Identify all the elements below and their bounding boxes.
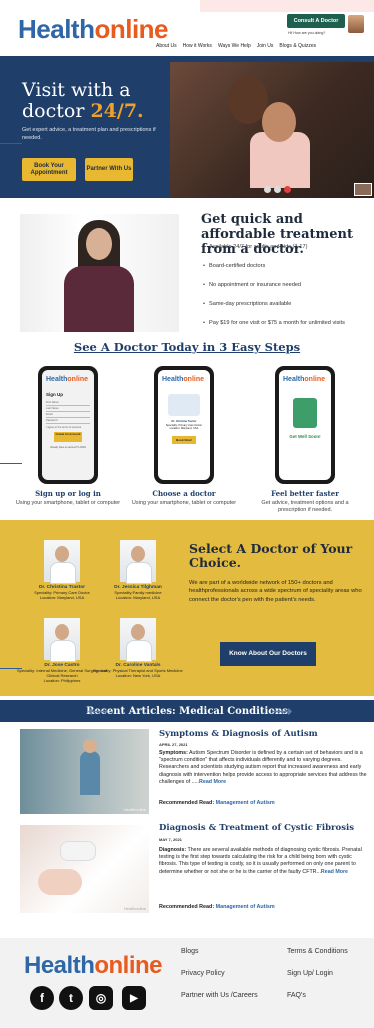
benefit-item: Board-certified doctors (203, 262, 345, 281)
select-doctor-text: We are part of a worldwide network of 15… (189, 580, 362, 603)
female-doctor-photo (20, 214, 179, 332)
twitter-icon[interactable]: t (59, 986, 83, 1010)
image-watermark: Healthonline (123, 906, 146, 911)
decorative-side-line (0, 143, 22, 144)
article-excerpt: Diagnosis: There are several available m… (159, 847, 362, 875)
signup-heading: Sign Up (46, 392, 63, 397)
get-well-message: Get Well Soon! (289, 434, 321, 439)
nav-blogs-quizzes[interactable]: Blogs & Quizzes (279, 43, 316, 49)
partner-with-us-button[interactable]: Partner With Us (85, 158, 133, 181)
nav-about-us[interactable]: About Us (156, 43, 177, 49)
phone-get-well-mockup: Healthonline Get Well Soon! (275, 366, 335, 484)
footer-logo[interactable]: Healthonline (24, 952, 163, 980)
step-3-caption: Feel better faster Get advice, treatment… (261, 489, 349, 513)
recommended-read: Recommended Read: Management of Autism (159, 800, 275, 806)
mic-icon (264, 186, 271, 193)
cystic-fibrosis-article-image[interactable]: Healthonline (20, 825, 149, 913)
read-more-link[interactable]: Read More (321, 869, 348, 875)
hero-video-call-image (170, 62, 374, 198)
chat-greeting: Hi! How are you doing? (288, 31, 326, 35)
arrow-right-icon[interactable]: ⟶ (272, 703, 292, 720)
phone-doctor-loc: Location: Maryland, USA (169, 427, 199, 431)
recommended-link[interactable]: Management of Autism (216, 800, 275, 806)
book-now-button: Book Now! (172, 436, 196, 444)
header-accent-bar (200, 0, 374, 12)
benefits-list: Available 24/7 for adults and kids (3-17… (203, 243, 345, 338)
article-date: MAY 7, 2021 (159, 837, 182, 842)
end-call-icon (284, 186, 291, 193)
benefit-item: No appointment or insurance needed (203, 281, 345, 300)
site-logo[interactable]: Healthonline (18, 14, 169, 45)
recommended-link[interactable]: Management of Autism (216, 904, 275, 910)
mini-logo: Healthonline (283, 376, 326, 383)
doctor-photo (120, 540, 156, 584)
article-excerpt: Symptoms: Autism Spectrum Disorder is de… (159, 750, 367, 785)
instagram-icon[interactable]: ◎ (89, 986, 113, 1010)
doctor-avatar[interactable] (348, 15, 364, 33)
doctor-photo (120, 618, 156, 662)
phone-choose-doctor-mockup: Healthonline Dr. Christina Tractor Speci… (154, 366, 214, 484)
password-field: Password (46, 418, 90, 424)
footer-link-terms[interactable]: Terms & Conditions (287, 948, 348, 955)
terms-checkbox: I agree to the terms & services (46, 426, 82, 429)
decorative-side-line (0, 463, 22, 464)
doctor-illustration (168, 394, 200, 416)
mini-logo: Healthonline (162, 376, 205, 383)
know-about-doctors-button[interactable]: Know About Our Doctors (220, 642, 316, 666)
tablet-illustration (293, 398, 317, 428)
autism-article-image[interactable]: Healthonline (20, 729, 149, 814)
image-watermark: Healthonline (123, 807, 146, 812)
footer-link-privacy[interactable]: Privacy Policy (181, 970, 225, 977)
arrow-left-icon[interactable]: ⟵ (88, 703, 108, 720)
recommended-read: Recommended Read: Management of Autism (159, 904, 275, 910)
footer-link-faq[interactable]: FAQ's (287, 992, 306, 999)
nav-how-it-works[interactable]: How it Works (183, 43, 212, 49)
benefit-item: Pay $19 for one visit or $75 a month for… (203, 319, 345, 338)
step-2-caption: Choose a doctor Using your smartphone, t… (131, 489, 237, 506)
doctor-card[interactable]: Dr. Jessica Tilghman Speciality:Family m… (93, 540, 183, 600)
consult-doctor-button[interactable]: Consult A Doctor (287, 14, 345, 28)
doctor-card[interactable]: Dr. Caroline Vantals Speciality: Physica… (93, 618, 183, 678)
facebook-icon[interactable]: f (30, 986, 54, 1010)
article-title[interactable]: Diagnosis & Treatment of Cystic Fibrosis (159, 823, 354, 833)
benefit-item: Available 24/7 for adults and kids (3-17… (203, 243, 345, 262)
articles-header: ⟵ Recent Articles: Medical Conditions ⟶ (0, 700, 374, 722)
youtube-icon[interactable]: ▶ (122, 986, 146, 1010)
camera-icon (274, 186, 281, 193)
nav-join-us[interactable]: Join Us (257, 43, 274, 49)
mini-logo: Healthonline (46, 376, 89, 383)
video-controls (264, 186, 291, 193)
create-account-button: Create An Account (54, 432, 82, 442)
article-title[interactable]: Symptoms & Diagnosis of Autism (159, 729, 318, 739)
phone-signup-mockup: Healthonline Sign Up First Name Last Nam… (38, 366, 98, 484)
login-link: Already have an account? LOGIN (50, 446, 86, 449)
picture-in-picture-thumb (354, 183, 372, 196)
nav-ways-we-help[interactable]: Ways We Help (218, 43, 251, 49)
doctor-photo (44, 540, 80, 584)
footer-link-partner-careers[interactable]: Partner with Us /Careers (181, 992, 258, 999)
decorative-side-line (0, 668, 22, 669)
hero-subtitle: Get expert advice, a treatment plan and … (22, 127, 156, 141)
doctor-photo (44, 618, 80, 662)
footer-link-signup-login[interactable]: Sign Up/ Login (287, 970, 333, 977)
article-date: APRIL 27, 2021 (159, 742, 188, 747)
select-doctor-title: Select A Doctor of Your Choice. (189, 541, 353, 570)
articles-title: Recent Articles: Medical Conditions (86, 705, 288, 717)
main-nav: About Us How it Works Ways We Help Join … (156, 43, 316, 49)
benefit-item: Same-day prescriptions available (203, 300, 345, 319)
footer-link-blogs[interactable]: Blogs (181, 948, 199, 955)
book-appointment-button[interactable]: Book Your Appointment (22, 158, 76, 181)
steps-title[interactable]: See A Doctor Today in 3 Easy Steps (0, 340, 374, 354)
hero-title: Visit with a doctor 24/7. (22, 79, 144, 122)
read-more-link[interactable]: Read More (199, 779, 226, 785)
step-1-caption: Sign up or log in Using your smartphone,… (15, 489, 121, 506)
